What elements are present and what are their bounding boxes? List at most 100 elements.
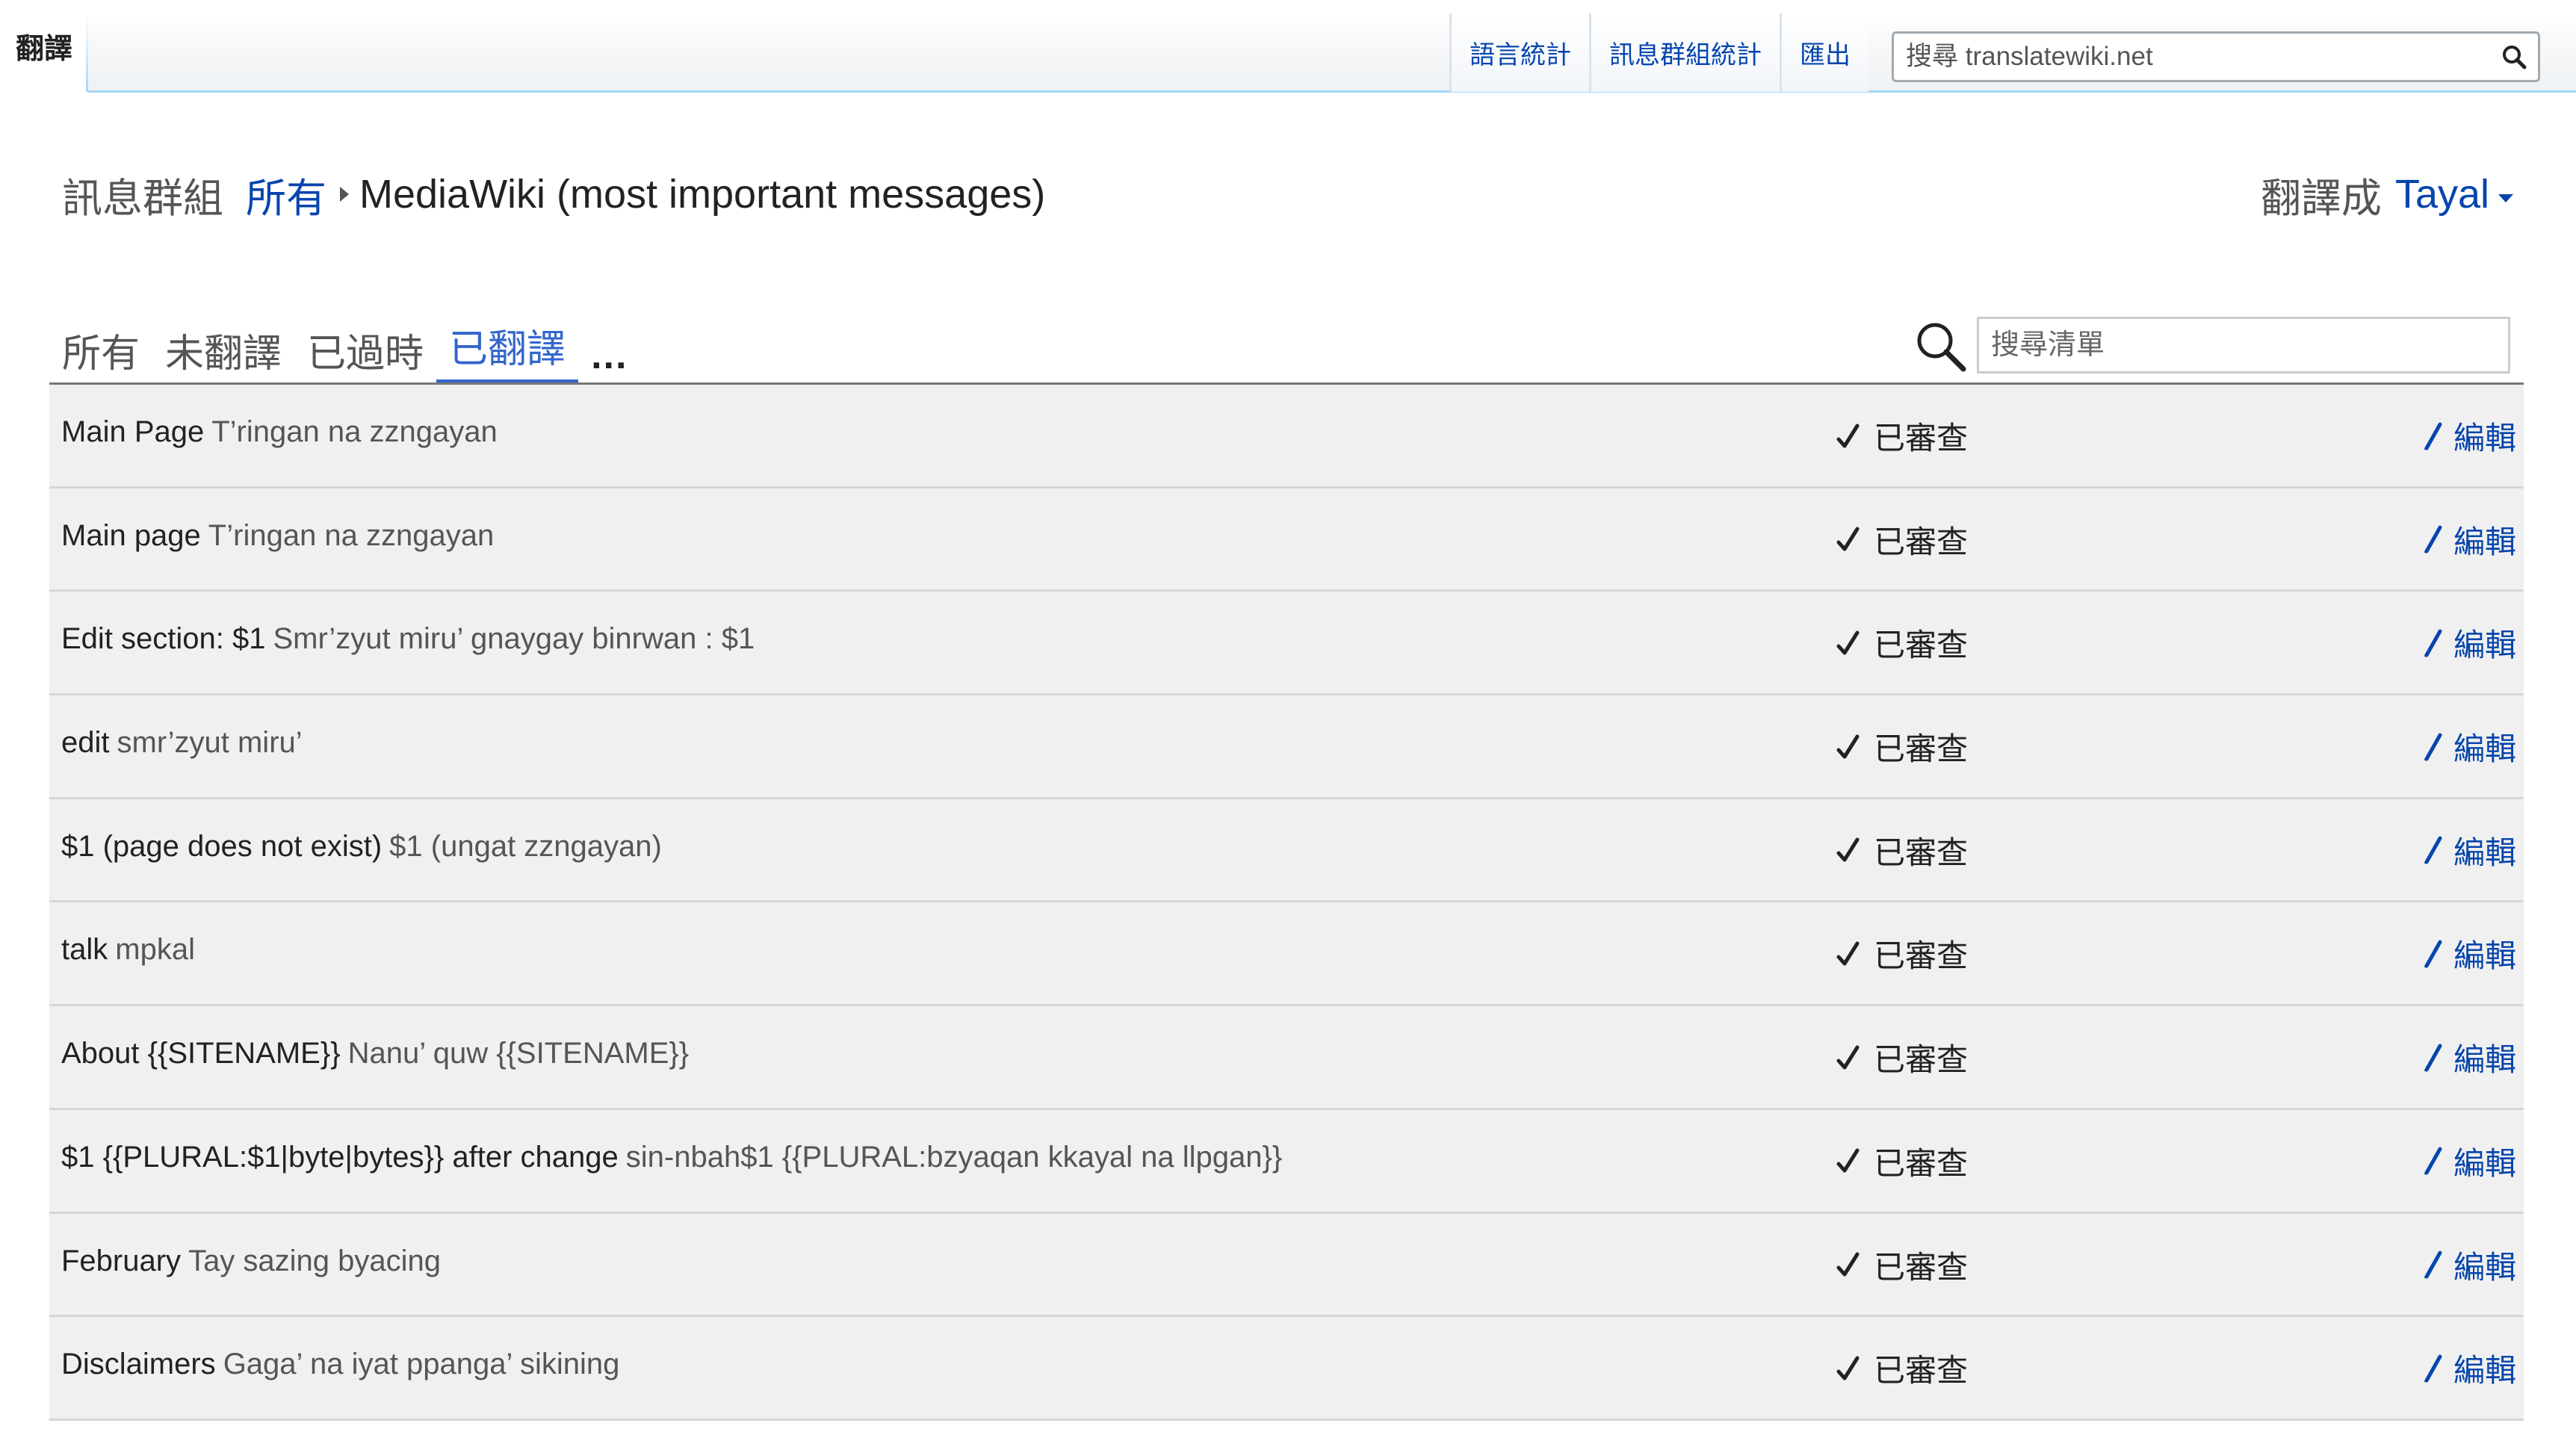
pencil-icon[interactable] — [2422, 524, 2445, 554]
tab-translated[interactable]: 已翻譯 — [436, 328, 579, 384]
source-text: Main page — [61, 518, 201, 552]
source-text: February — [61, 1244, 182, 1277]
tab-more-menu[interactable]: ... — [578, 329, 640, 384]
message-text: About {{SITENAME}} Nanu’ quw {{SITENAME}} — [61, 1035, 689, 1072]
table-row[interactable]: Disclaimers Gaga’ na iyat ppanga’ sikinin… — [49, 1317, 2524, 1421]
list-search-input[interactable] — [1977, 317, 2510, 374]
edit-button[interactable]: 編輯 — [2422, 1138, 2516, 1184]
edit-label[interactable]: 編輯 — [2453, 1345, 2516, 1391]
edit-button[interactable]: 編輯 — [2422, 1345, 2516, 1391]
check-icon — [1836, 1252, 1860, 1277]
edit-label[interactable]: 編輯 — [2453, 724, 2516, 769]
message-group-title[interactable]: MediaWiki (most important messages) — [359, 171, 1045, 217]
translation-text: Smr’zyut miru’ gnaygay binrwan : $1 — [273, 622, 755, 656]
table-row[interactable]: About {{SITENAME}} Nanu’ quw {{SITENAME}}… — [49, 1006, 2524, 1110]
pencil-icon[interactable] — [2422, 1250, 2445, 1280]
table-row[interactable]: Main page T’ringan na zzngayan 已審查 編輯 — [49, 488, 2524, 592]
pencil-icon[interactable] — [2422, 628, 2445, 658]
table-row[interactable]: talk mpkal 已審查 編輯 — [49, 902, 2524, 1007]
table-row[interactable]: $1 {{PLURAL:$1|byte|bytes}} after change… — [49, 1109, 2524, 1214]
edit-button[interactable]: 編輯 — [2422, 724, 2516, 769]
top-bar: 翻譯 語言統計 訊息群組統計 匯出 — [0, 0, 2576, 93]
pencil-icon[interactable] — [2422, 732, 2445, 762]
nav-group-stats[interactable]: 訊息群組統計 — [1589, 13, 1780, 92]
edit-button[interactable]: 編輯 — [2422, 1242, 2516, 1288]
table-row[interactable]: edit smr’zyut miru’ 已審查 編輯 — [49, 695, 2524, 799]
source-text: About {{SITENAME}} — [61, 1037, 341, 1070]
translation-text: Gaga’ na iyat ppanga’ sikining — [223, 1348, 620, 1381]
source-text: $1 {{PLURAL:$1|byte|bytes}} after change — [61, 1140, 619, 1174]
status-badge: 已審查 — [1836, 1035, 1968, 1080]
edit-button[interactable]: 編輯 — [2422, 517, 2516, 563]
tab-translate[interactable]: 翻譯 — [0, 0, 88, 92]
edit-button[interactable]: 編輯 — [2422, 931, 2516, 976]
pencil-icon[interactable] — [2422, 1146, 2445, 1176]
edit-label[interactable]: 編輯 — [2453, 413, 2516, 459]
check-icon — [1836, 1356, 1860, 1380]
edit-label[interactable]: 編輯 — [2453, 620, 2516, 666]
tab-untranslated[interactable]: 未翻譯 — [152, 329, 294, 384]
translation-text: Tay sazing byacing — [188, 1244, 442, 1277]
edit-label[interactable]: 編輯 — [2453, 1138, 2516, 1184]
breadcrumb-all-link[interactable]: 所有 — [246, 165, 326, 224]
edit-button[interactable]: 編輯 — [2422, 413, 2516, 459]
edit-label[interactable]: 編輯 — [2453, 1035, 2516, 1080]
breadcrumb: 訊息群組 所有 MediaWiki (most important messag… — [62, 167, 1045, 221]
edit-label[interactable]: 編輯 — [2453, 1242, 2516, 1288]
breadcrumb-label: 訊息群組 — [62, 176, 223, 221]
message-text: Main page T’ringan na zzngayan — [61, 517, 494, 554]
search-icon[interactable] — [2498, 40, 2530, 73]
pencil-icon[interactable] — [2422, 1354, 2445, 1383]
status-label: 已審查 — [1874, 938, 1969, 974]
status-label: 已審查 — [1874, 627, 1969, 663]
tab-all[interactable]: 所有 — [49, 329, 152, 384]
table-row[interactable]: $1 (page does not exist) $1 (ungat zzngay… — [49, 799, 2524, 903]
nav-language-stats[interactable]: 語言統計 — [1449, 13, 1589, 92]
search-icon[interactable] — [1913, 318, 1968, 374]
status-badge: 已審查 — [1836, 413, 1968, 459]
check-icon — [1836, 837, 1860, 862]
chevron-down-icon[interactable] — [2498, 193, 2513, 202]
status-label: 已審查 — [1874, 1353, 1969, 1389]
pencil-icon[interactable] — [2422, 1043, 2445, 1073]
edit-label[interactable]: 編輯 — [2453, 931, 2516, 976]
message-text: talk mpkal — [61, 931, 195, 968]
edit-button[interactable]: 編輯 — [2422, 828, 2516, 873]
status-label: 已審查 — [1874, 524, 1969, 560]
source-text: talk — [61, 933, 108, 967]
pencil-icon[interactable] — [2422, 835, 2445, 865]
site-search-input[interactable] — [1904, 41, 2498, 72]
message-text: February Tay sazing byacing — [61, 1242, 441, 1280]
message-table: Main Page T’ringan na zzngayan 已審查 編輯 Mai… — [49, 382, 2524, 1421]
table-row[interactable]: Main Page T’ringan na zzngayan 已審查 編輯 — [49, 385, 2524, 489]
status-badge: 已審查 — [1836, 724, 1968, 769]
site-search — [1892, 31, 2540, 82]
breadcrumb-arrow-icon — [340, 187, 349, 202]
table-row[interactable]: February Tay sazing byacing 已審查 編輯 — [49, 1213, 2524, 1318]
edit-label[interactable]: 編輯 — [2453, 517, 2516, 563]
translation-text: mpkal — [115, 933, 195, 967]
check-icon — [1836, 424, 1860, 447]
pencil-icon[interactable] — [2422, 939, 2445, 969]
edit-button[interactable]: 編輯 — [2422, 620, 2516, 666]
status-badge: 已審查 — [1836, 620, 1968, 666]
table-row[interactable]: Edit section: $1 Smr’zyut miru’ gnaygay b… — [49, 592, 2524, 696]
language-selector: 翻譯成 Tayal — [2261, 167, 2513, 221]
message-text: $1 (page does not exist) $1 (ungat zzngay… — [61, 828, 662, 865]
status-label: 已審查 — [1874, 421, 1969, 456]
message-text: edit smr’zyut miru’ — [61, 724, 303, 761]
pencil-icon[interactable] — [2422, 421, 2445, 451]
check-icon — [1836, 1045, 1860, 1070]
translation-text: Nanu’ quw {{SITENAME}} — [347, 1037, 690, 1070]
nav-export[interactable]: 匯出 — [1780, 13, 1868, 92]
language-dropdown[interactable]: Tayal — [2395, 171, 2489, 217]
check-icon — [1836, 941, 1860, 966]
status-label: 已審查 — [1874, 1042, 1969, 1078]
tab-outdated[interactable]: 已過時 — [294, 329, 436, 384]
list-search — [1913, 314, 2510, 375]
edit-button[interactable]: 編輯 — [2422, 1035, 2516, 1080]
check-icon — [1836, 527, 1860, 551]
edit-label[interactable]: 編輯 — [2453, 828, 2516, 873]
message-text: $1 {{PLURAL:$1|byte|bytes}} after change… — [61, 1138, 1282, 1176]
translation-text: T’ringan na zzngayan — [211, 415, 498, 448]
